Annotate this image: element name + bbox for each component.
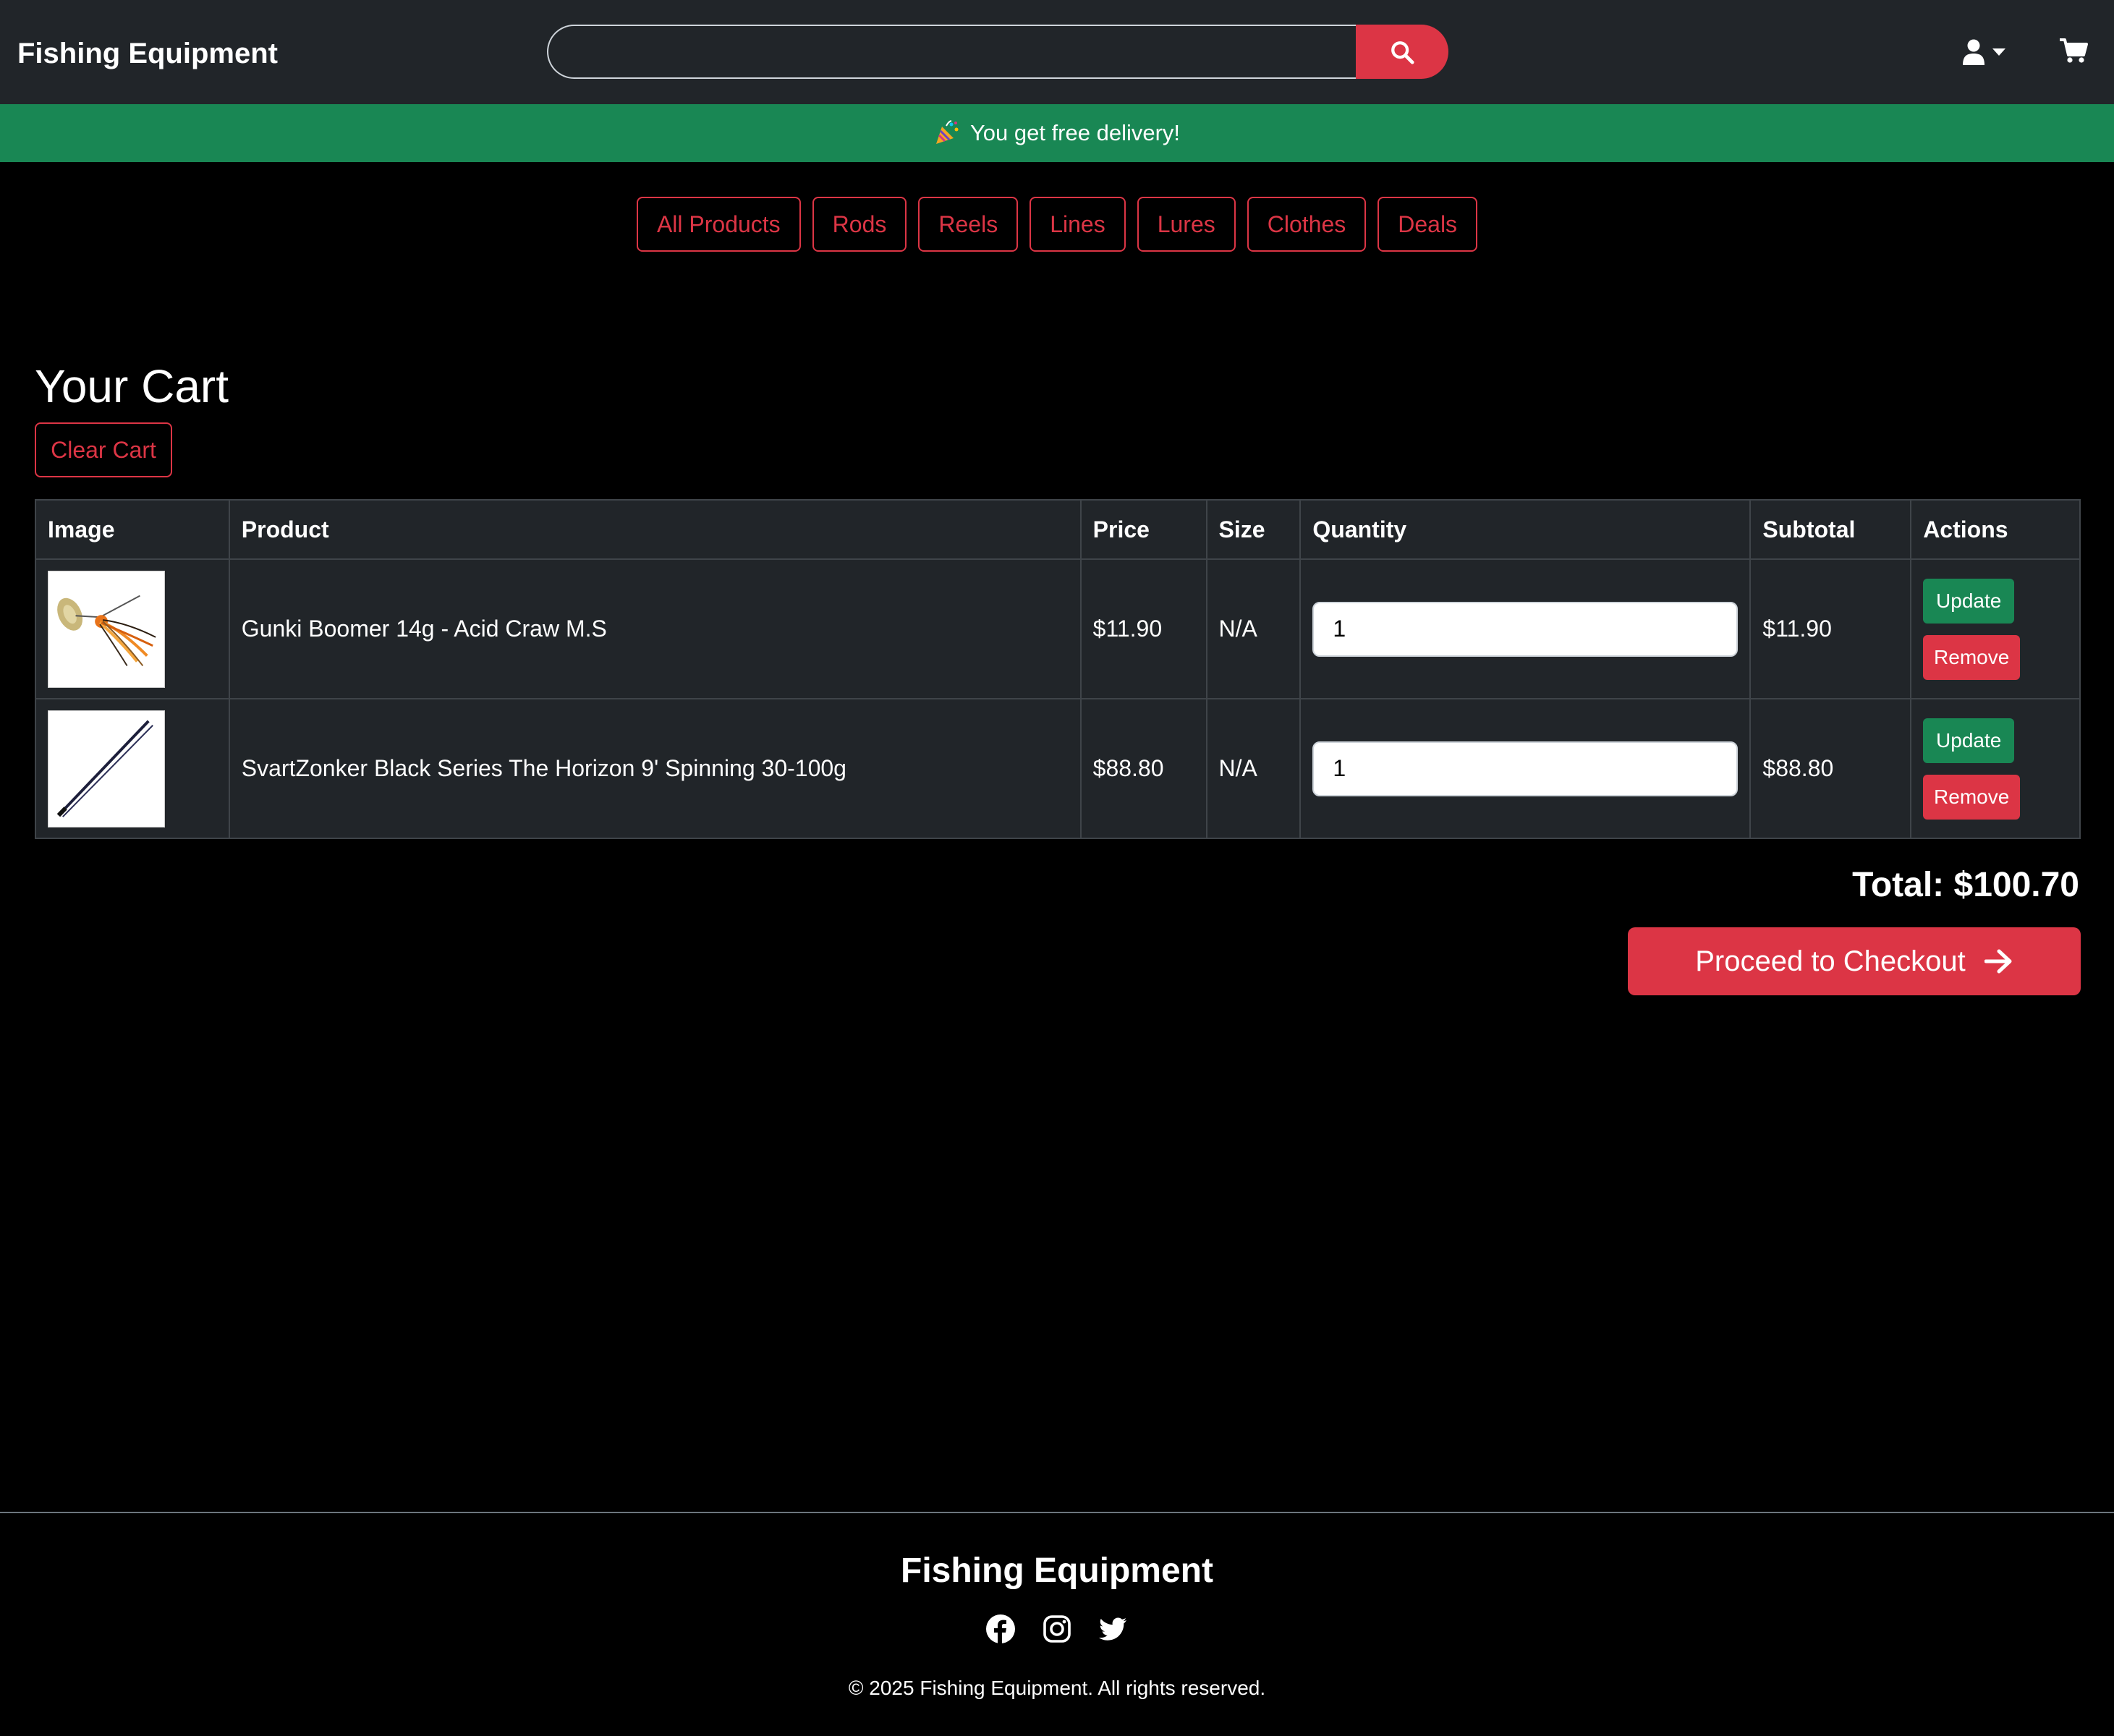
category-clothes[interactable]: Clothes — [1247, 197, 1367, 252]
actions-cell: Update Remove — [1910, 698, 2081, 839]
quantity-input[interactable] — [1312, 601, 1739, 657]
remove-button[interactable]: Remove — [1923, 634, 2021, 680]
table-row: Gunki Boomer 14g - Acid Craw M.S $11.90 … — [35, 558, 2081, 699]
category-nav: All Products Rods Reels Lines Lures Clot… — [0, 197, 2114, 252]
product-size: N/A — [1205, 558, 1302, 699]
brand-logo[interactable]: Fishing Equipment — [17, 32, 278, 75]
category-rods[interactable]: Rods — [812, 197, 907, 252]
column-header-price: Price — [1079, 499, 1207, 560]
search-input[interactable] — [547, 25, 1356, 79]
footer: Fishing Equipment © 2025 Fishing Equipme… — [0, 1512, 2114, 1736]
quantity-cell — [1299, 698, 1752, 839]
actions-cell: Update Remove — [1910, 558, 2081, 699]
clear-cart-button[interactable]: Clear Cart — [35, 422, 172, 477]
product-price: $11.90 — [1079, 558, 1207, 699]
column-header-image: Image — [35, 499, 230, 560]
cart-button[interactable] — [2059, 38, 2088, 67]
remove-button[interactable]: Remove — [1923, 774, 2021, 820]
social-links — [0, 1614, 2114, 1643]
column-header-size: Size — [1205, 499, 1302, 560]
product-price: $88.80 — [1079, 698, 1207, 839]
twitter-icon[interactable] — [1099, 1614, 1128, 1643]
update-button[interactable]: Update — [1923, 718, 2015, 763]
table-header-row: Image Product Price Size Quantity Subtot… — [35, 499, 2081, 560]
category-lures[interactable]: Lures — [1137, 197, 1236, 252]
category-all-products[interactable]: All Products — [636, 197, 801, 252]
facebook-icon[interactable] — [986, 1614, 1015, 1643]
copyright-text: © 2025 Fishing Equipment. All rights res… — [848, 1677, 1266, 1699]
footer-brand: Fishing Equipment — [901, 1552, 1213, 1590]
cart-icon — [2060, 38, 2088, 63]
arrow-right-icon — [1984, 949, 2012, 974]
image-cell — [35, 558, 230, 699]
spinnerbait-lure-image[interactable] — [48, 570, 165, 688]
user-icon — [1963, 39, 1984, 65]
search-bar — [547, 25, 1448, 79]
category-lines[interactable]: Lines — [1030, 197, 1126, 252]
cart-total: Total: $100.70 — [1852, 866, 2079, 904]
checkout-label: Proceed to Checkout — [1695, 945, 1966, 977]
update-button[interactable]: Update — [1923, 578, 2015, 624]
top-navbar: Fishing Equipment — [0, 0, 2114, 104]
search-button[interactable] — [1356, 25, 1448, 79]
column-header-actions: Actions — [1910, 499, 2081, 560]
image-cell — [35, 698, 230, 839]
proceed-to-checkout-button[interactable]: Proceed to Checkout — [1628, 927, 2081, 995]
category-deals[interactable]: Deals — [1378, 197, 1478, 252]
caret-down-icon — [1992, 48, 2005, 56]
table-row: SvartZonker Black Series The Horizon 9' … — [35, 698, 2081, 839]
column-header-product: Product — [228, 499, 1082, 560]
product-subtotal: $88.80 — [1749, 698, 1912, 839]
column-header-quantity: Quantity — [1299, 499, 1752, 560]
free-delivery-banner: You get free delivery! — [0, 104, 2114, 162]
quantity-cell — [1299, 558, 1752, 699]
product-name: SvartZonker Black Series The Horizon 9' … — [228, 698, 1082, 839]
product-size: N/A — [1205, 698, 1302, 839]
product-name: Gunki Boomer 14g - Acid Craw M.S — [228, 558, 1082, 699]
banner-text: You get free delivery! — [969, 120, 1181, 145]
column-header-subtotal: Subtotal — [1749, 499, 1912, 560]
spinning-rod-image[interactable] — [48, 710, 165, 827]
quantity-input[interactable] — [1312, 741, 1739, 796]
instagram-icon[interactable] — [1043, 1614, 1071, 1643]
search-icon — [1391, 41, 1414, 64]
product-subtotal: $11.90 — [1749, 558, 1912, 699]
category-reels[interactable]: Reels — [918, 197, 1019, 252]
cart-table: Image Product Price Size Quantity Subtot… — [35, 499, 2081, 839]
party-popper-icon — [935, 120, 959, 144]
user-menu-dropdown[interactable] — [1962, 36, 2019, 68]
page-title: Your Cart — [35, 360, 229, 412]
